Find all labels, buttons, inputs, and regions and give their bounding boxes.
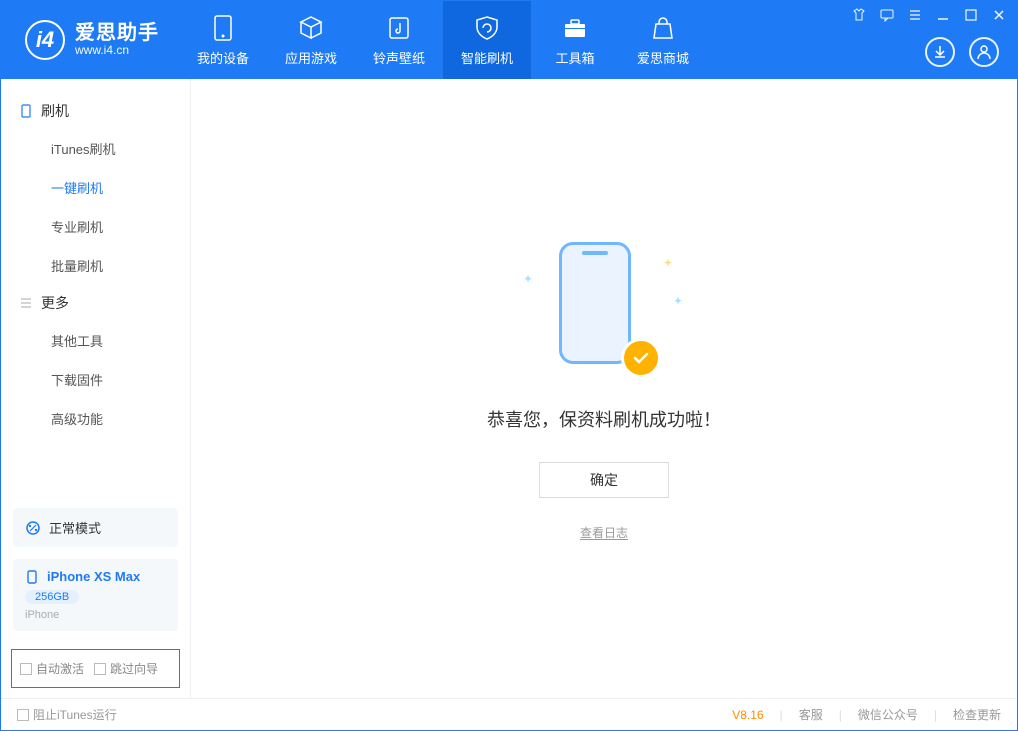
success-illustration: ✦ ✦ ✦ (529, 236, 679, 376)
nav-ringtone-wallpaper[interactable]: 铃声壁纸 (355, 1, 443, 79)
footer-link-update[interactable]: 检查更新 (953, 706, 1001, 723)
music-note-icon (385, 14, 413, 42)
device-small-icon (25, 570, 39, 584)
view-log-link[interactable]: 查看日志 (580, 524, 628, 541)
capacity-badge: 256GB (25, 590, 79, 604)
nav-label: 铃声壁纸 (373, 48, 425, 67)
nav-apps-games[interactable]: 应用游戏 (267, 1, 355, 79)
phone-outline-icon (559, 242, 631, 364)
close-button[interactable] (991, 7, 1007, 23)
sparkle-icon: ✦ (523, 272, 533, 286)
nav-label: 智能刷机 (461, 48, 513, 67)
app-subtitle: www.i4.cn (75, 44, 159, 57)
sidebar-category-flash: 刷机 (1, 93, 190, 129)
nav-label: 我的设备 (197, 48, 249, 67)
sidebar-item-download-firmware[interactable]: 下载固件 (1, 360, 190, 399)
footer-link-wechat[interactable]: 微信公众号 (858, 706, 918, 723)
status-label: 正常模式 (49, 518, 101, 537)
nav-toolbox[interactable]: 工具箱 (531, 1, 619, 79)
title-bar: i4 爱思助手 www.i4.cn 我的设备 应用游戏 铃声壁纸 智能刷机 工具… (1, 1, 1017, 79)
nav-label: 应用游戏 (285, 48, 337, 67)
device-name-label: iPhone XS Max (47, 569, 140, 584)
checkmark-badge-icon (621, 338, 661, 378)
phone-small-icon (19, 104, 33, 118)
sparkle-icon: ✦ (663, 256, 673, 270)
device-card[interactable]: iPhone XS Max 256GB iPhone (13, 559, 178, 631)
minimize-button[interactable] (935, 7, 951, 23)
sidebar-item-oneclick-flash[interactable]: 一键刷机 (1, 168, 190, 207)
main-nav: 我的设备 应用游戏 铃声壁纸 智能刷机 工具箱 爱思商城 (179, 1, 707, 79)
sidebar-item-other-tools[interactable]: 其他工具 (1, 321, 190, 360)
sidebar-item-advanced[interactable]: 高级功能 (1, 399, 190, 438)
bag-icon (649, 14, 677, 42)
device-status-card[interactable]: 正常模式 (13, 508, 178, 547)
device-icon (209, 14, 237, 42)
main-content: ✦ ✦ ✦ 恭喜您，保资料刷机成功啦！ 确定 查看日志 (191, 79, 1017, 698)
skip-guide-checkbox[interactable]: 跳过向导 (94, 660, 158, 677)
footer-link-support[interactable]: 客服 (799, 706, 823, 723)
checkbox-label: 阻止iTunes运行 (33, 706, 117, 723)
nav-label: 工具箱 (555, 48, 594, 67)
nav-store[interactable]: 爱思商城 (619, 1, 707, 79)
user-button[interactable] (969, 37, 999, 67)
checkbox-label: 跳过向导 (110, 660, 158, 677)
device-type-label: iPhone (25, 609, 166, 621)
logo-icon: i4 (25, 20, 65, 60)
sidebar-item-batch-flash[interactable]: 批量刷机 (1, 246, 190, 285)
success-message: 恭喜您，保资料刷机成功啦！ (487, 406, 721, 432)
sidebar: 刷机 iTunes刷机 一键刷机 专业刷机 批量刷机 更多 其他工具 下载固件 … (1, 79, 191, 698)
category-label: 刷机 (41, 101, 69, 121)
nav-smart-flash[interactable]: 智能刷机 (443, 1, 531, 79)
toolbox-icon (561, 14, 589, 42)
auto-activate-checkbox[interactable]: 自动激活 (20, 660, 84, 677)
ok-button[interactable]: 确定 (539, 462, 669, 498)
status-icon (25, 520, 41, 536)
status-bar: 阻止iTunes运行 V8.16 | 客服 | 微信公众号 | 检查更新 (1, 698, 1017, 730)
download-button[interactable] (925, 37, 955, 67)
version-label: V8.16 (732, 708, 763, 722)
feedback-icon[interactable] (879, 7, 895, 23)
checkbox-label: 自动激活 (36, 660, 84, 677)
shield-refresh-icon (473, 14, 501, 42)
list-icon (19, 296, 33, 310)
nav-my-device[interactable]: 我的设备 (179, 1, 267, 79)
sidebar-item-pro-flash[interactable]: 专业刷机 (1, 207, 190, 246)
app-title: 爱思助手 (75, 22, 159, 44)
sparkle-icon: ✦ (673, 294, 683, 308)
nav-label: 爱思商城 (637, 48, 689, 67)
block-itunes-checkbox[interactable]: 阻止iTunes运行 (17, 706, 117, 723)
cube-icon (297, 14, 325, 42)
window-controls (851, 7, 1007, 23)
sidebar-item-itunes-flash[interactable]: iTunes刷机 (1, 129, 190, 168)
sidebar-category-more: 更多 (1, 285, 190, 321)
category-label: 更多 (41, 293, 69, 313)
flash-options-highlight: 自动激活 跳过向导 (11, 649, 180, 688)
app-logo: i4 爱思助手 www.i4.cn (1, 20, 179, 60)
menu-icon[interactable] (907, 7, 923, 23)
maximize-button[interactable] (963, 7, 979, 23)
shirt-icon[interactable] (851, 7, 867, 23)
